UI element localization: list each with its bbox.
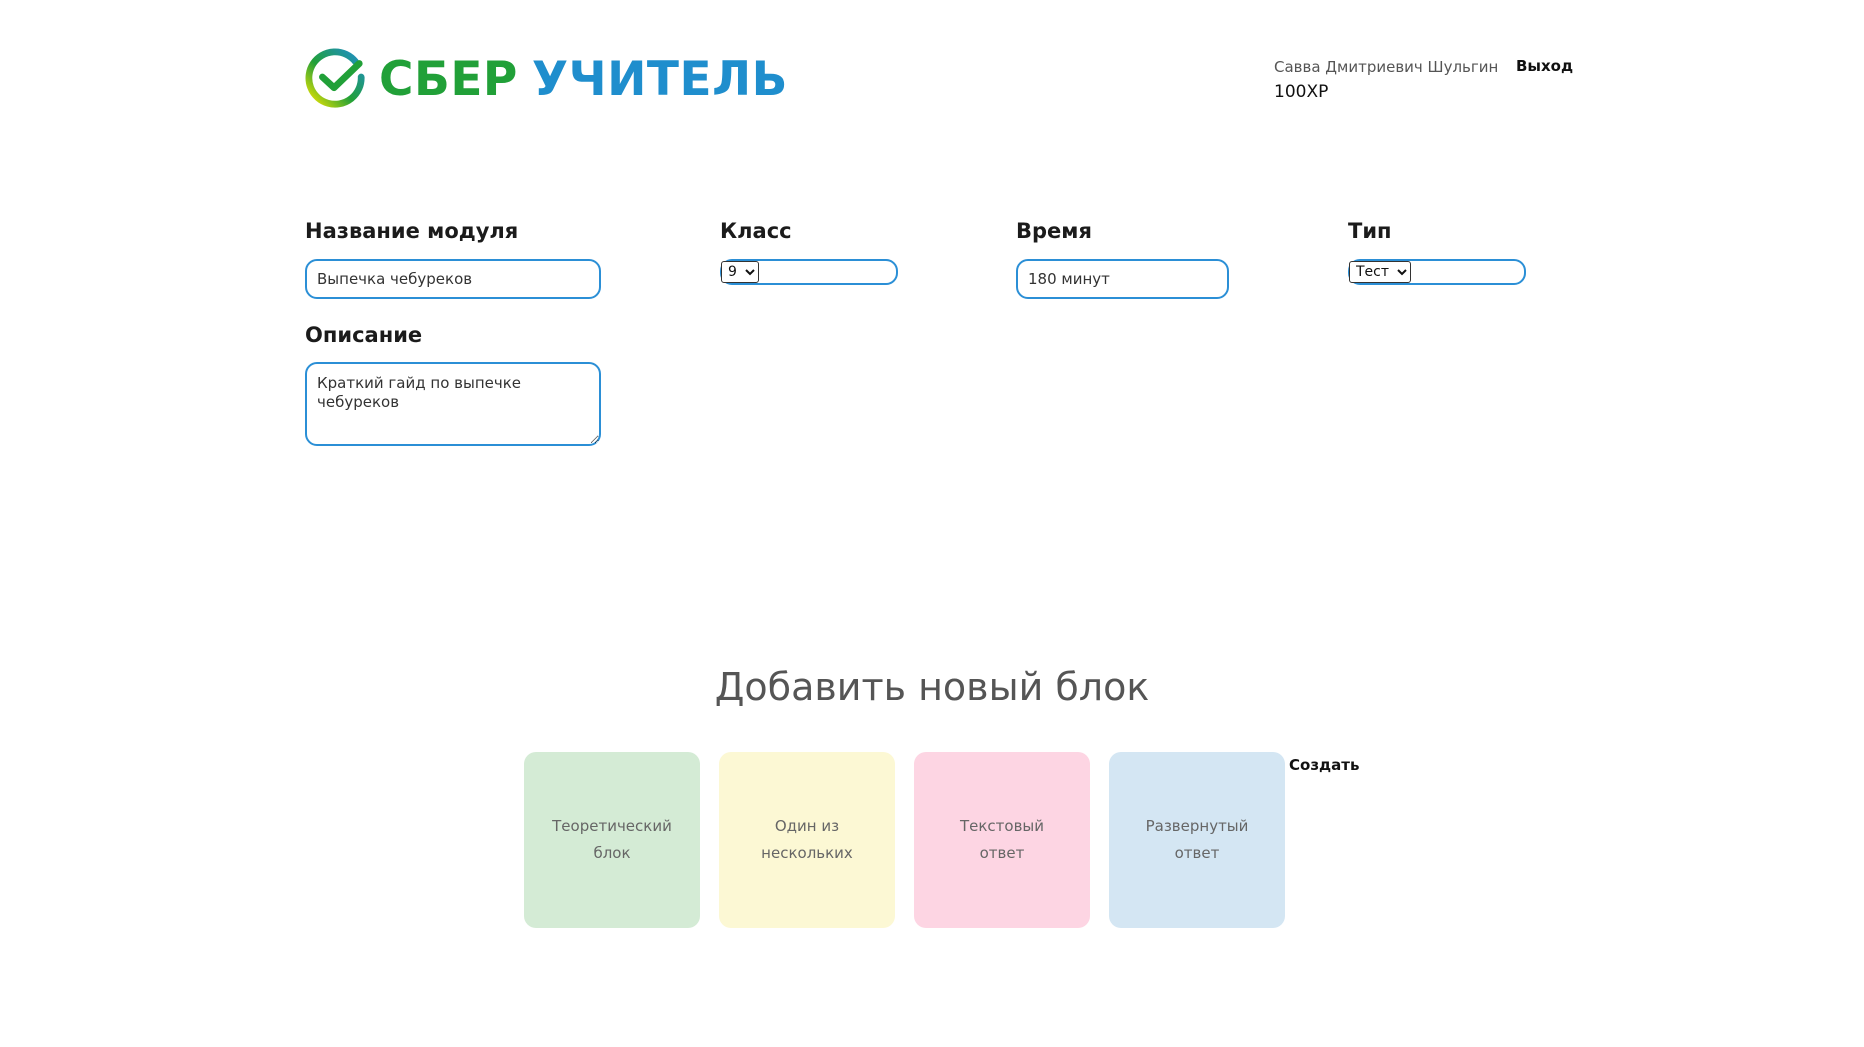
type-label: Тип [1348, 219, 1392, 243]
time-input[interactable] [1016, 259, 1229, 299]
user-xp: 100XP [1274, 82, 1329, 102]
description-label: Описание [305, 323, 423, 347]
logo-teacher: УЧИТЕЛЬ [531, 51, 788, 107]
add-block-title: Добавить новый блок [714, 665, 1150, 709]
logo-sber: СБЕР [379, 51, 518, 107]
module-name-label: Название модуля [305, 219, 519, 243]
logo[interactable]: СБЕР УЧИТЕЛЬ [305, 48, 788, 110]
page: СБЕР УЧИТЕЛЬ Савва Дмитриевич Шульгин Вых… [0, 0, 1864, 1047]
block-single-choice-card[interactable]: Один из нескольких [719, 752, 895, 928]
grade-select[interactable]: 9 [721, 261, 759, 283]
block-extended-answer-card[interactable]: Развернутый ответ [1109, 752, 1285, 928]
sber-check-icon [305, 48, 365, 108]
type-select[interactable]: Тест [1349, 261, 1411, 283]
type-field: Тест [1348, 259, 1526, 285]
user-name: Савва Дмитриевич Шульгин [1274, 58, 1499, 76]
logout-link[interactable]: Выход [1516, 57, 1573, 75]
module-name-input[interactable] [305, 259, 601, 299]
time-label: Время [1016, 219, 1092, 243]
block-text-answer-card[interactable]: Текстовый ответ [914, 752, 1090, 928]
description-textarea[interactable]: Краткий гайд по выпечке чебуреков [305, 362, 601, 446]
create-button[interactable]: Создать [1289, 756, 1359, 774]
block-theory-card[interactable]: Теоретический блок [524, 752, 700, 928]
grade-field: 9 [720, 259, 898, 285]
grade-label: Класс [720, 219, 792, 243]
user-info: Савва Дмитриевич Шульгин [1274, 57, 1498, 76]
logo-text: СБЕР УЧИТЕЛЬ [379, 56, 788, 103]
